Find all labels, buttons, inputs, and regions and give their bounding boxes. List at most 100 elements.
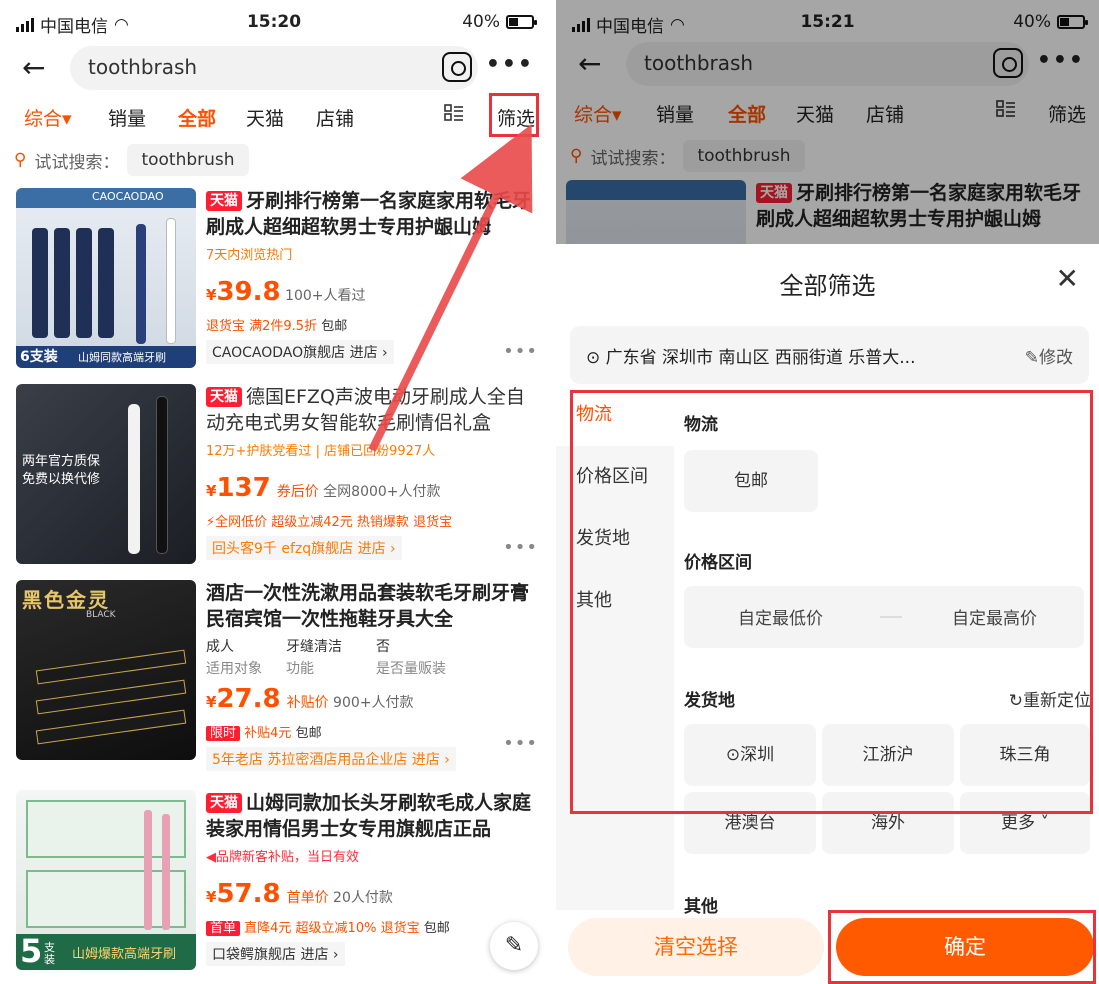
- address-text: ⊙ 广东省 深圳市 南山区 西丽街道 乐普大...: [586, 343, 915, 368]
- shop-link[interactable]: CAOCAODAO旗舰店 进店 ›: [206, 340, 394, 364]
- price-value: 27.8: [216, 684, 281, 714]
- clear-button[interactable]: 清空选择: [568, 918, 824, 976]
- more-icon[interactable]: •••: [486, 52, 534, 77]
- tab-tmall[interactable]: 天猫: [246, 104, 284, 131]
- camera-icon[interactable]: [442, 52, 472, 82]
- address-bar[interactable]: ⊙ 广东省 深圳市 南山区 西丽街道 乐普大... ✎修改: [570, 326, 1089, 384]
- price-note: 全网8000+人付款: [323, 484, 441, 500]
- attr-label: 功能: [286, 661, 314, 677]
- search-row: ← toothbrash •••: [0, 46, 548, 94]
- promo-text: 退货宝 满2件9.5折: [206, 319, 318, 334]
- price-tag: 补贴价: [286, 695, 329, 711]
- section-other: 其他: [684, 897, 718, 917]
- thumb-label: 6支装: [20, 349, 58, 365]
- product-title-text: 德国EFZQ声波电动牙刷成人全自动充电式男女智能软毛刷情侣礼盒: [206, 386, 525, 434]
- product-card[interactable]: 5 支装 山姆爆款高端牙刷 天猫 山姆同款加长头牙刷软毛成人家庭装家用情侣男士女专…: [0, 790, 548, 982]
- product-title: 天猫 牙刷排行榜第一名家庭家用软毛牙刷成人超细超软男士专用护龈山姆: [206, 188, 538, 240]
- tmall-badge: 天猫: [206, 191, 242, 211]
- product-image: 黑色金灵 BLACK: [16, 580, 196, 760]
- promo-text: 补贴4元: [244, 726, 292, 741]
- product-image: CAOCAODAO 6支装 山姆同款高端牙刷: [16, 188, 196, 368]
- price-tag: 券后价: [276, 484, 319, 500]
- attr-label: 是否量贩装: [376, 661, 446, 677]
- edit-address[interactable]: ✎修改: [1025, 343, 1073, 368]
- tab-store[interactable]: 店铺: [316, 104, 354, 131]
- highlight-box: [828, 910, 1096, 984]
- shop-link[interactable]: 回头客9千 efzq旗舰店 进店 ›: [206, 536, 402, 560]
- product-title: 天猫 德国EFZQ声波电动牙刷成人全自动充电式男女智能软毛刷情侣礼盒: [206, 384, 538, 436]
- search-input[interactable]: toothbrash: [70, 46, 478, 90]
- attr-value: 否: [376, 639, 390, 655]
- attr-value: 成人: [206, 639, 234, 655]
- tab-comprehensive[interactable]: 综合▾: [24, 104, 72, 131]
- edit-icon[interactable]: ✎: [490, 922, 538, 970]
- thumb-num: 5: [20, 932, 43, 970]
- product-sub: 7天内浏览热门: [206, 248, 293, 263]
- edit-icon: ✎: [1024, 348, 1039, 368]
- thumb-text2: 免费以换代修: [22, 472, 101, 487]
- thumb-text1: 两年官方质保: [22, 454, 101, 469]
- product-attrs: 成人 牙缝清洁 否 适用对象 功能 是否量贩装: [206, 636, 538, 678]
- price-value: 57.8: [216, 879, 281, 909]
- price-tag: 首单价: [286, 890, 329, 906]
- suggest-chip[interactable]: toothbrush: [127, 144, 249, 176]
- promo-text: 直降4元 超级立减10% 退货宝: [244, 921, 420, 936]
- location-icon: ⊙: [586, 348, 601, 368]
- promo-extra: 包邮: [321, 319, 348, 334]
- product-card[interactable]: CAOCAODAO 6支装 山姆同款高端牙刷 天猫 牙刷排行榜第一名家庭家用软毛牙…: [0, 188, 548, 380]
- price-prefix: ¥: [206, 482, 217, 500]
- filter-tabs: 综合▾ 销量 全部 天猫 店铺 筛选: [0, 98, 548, 138]
- promo-row: 限时 补贴4元 包邮: [206, 722, 538, 741]
- tab-sales[interactable]: 销量: [108, 104, 146, 131]
- highlight-box: [570, 390, 1093, 814]
- price-value: 39.8: [216, 277, 281, 307]
- more-options-icon[interactable]: •••: [503, 341, 538, 362]
- search-suggestion: ⚲ 试试搜索： toothbrush: [14, 140, 249, 180]
- product-sub: 12万+护肤党看过 | 店铺已回粉9927人: [206, 444, 436, 459]
- price-row: ¥57.8 首单价 20人付款: [206, 879, 538, 909]
- thumb-brand: CAOCAODAO: [92, 190, 164, 203]
- edit-label: 修改: [1039, 348, 1073, 368]
- price-value: 137: [216, 473, 271, 503]
- battery-status: 40%: [462, 12, 537, 32]
- product-card[interactable]: 黑色金灵 BLACK 酒店一次性洗漱用品套装软毛牙刷牙膏民宿宾馆一次性拖鞋牙具大…: [0, 580, 548, 772]
- status-bar: 中国电信 ◠ 15:20 40%: [0, 0, 548, 46]
- highlight-box: [489, 93, 539, 137]
- tmall-badge: 天猫: [206, 387, 242, 407]
- shop-link[interactable]: 5年老店 苏拉密酒店用品企业店 进店 ›: [206, 747, 456, 771]
- promo-row: 首单 直降4元 超级立减10% 退货宝 包邮: [206, 917, 538, 936]
- tab-all[interactable]: 全部: [178, 104, 216, 131]
- price-note: 100+人看过: [285, 288, 366, 304]
- thumb-label: 山姆爆款高端牙刷: [72, 947, 177, 962]
- product-image: 两年官方质保 免费以换代修: [16, 384, 196, 564]
- tmall-badge: 天猫: [206, 793, 242, 813]
- overlay-scrim[interactable]: [556, 0, 1099, 244]
- more-options-icon[interactable]: •••: [503, 537, 538, 558]
- promo-badge: 首单: [206, 921, 241, 936]
- suggest-label: 试试搜索：: [34, 152, 120, 173]
- battery-icon: [506, 15, 537, 29]
- price-row: ¥137 券后价 全网8000+人付款: [206, 473, 538, 503]
- product-title-text: 牙刷排行榜第一名家庭家用软毛牙刷成人超细超软男士专用护龈山姆: [206, 190, 532, 238]
- back-arrow-icon[interactable]: ←: [22, 46, 45, 90]
- product-card[interactable]: 两年官方质保 免费以换代修 天猫 德国EFZQ声波电动牙刷成人全自动充电式男女智能…: [0, 384, 548, 576]
- filter-panel: 全部筛选 ✕ ⊙ 广东省 深圳市 南山区 西丽街道 乐普大... ✎修改 物流 …: [556, 244, 1099, 984]
- list-view-icon[interactable]: [444, 104, 464, 127]
- more-options-icon[interactable]: •••: [503, 733, 538, 754]
- search-icon: ⚲: [14, 150, 27, 170]
- price-note: 900+人付款: [333, 695, 414, 711]
- thumb-title: 黑色金灵: [22, 588, 110, 612]
- price-row: ¥39.8 100+人看过: [206, 277, 538, 307]
- shop-link[interactable]: 口袋鳄旗舰店 进店 ›: [206, 942, 345, 966]
- close-icon[interactable]: ✕: [1056, 262, 1079, 295]
- price-row: ¥27.8 补贴价 900+人付款: [206, 684, 538, 714]
- attr-label: 适用对象: [206, 661, 262, 677]
- product-sub: ◀品牌新客补贴，当日有效: [206, 846, 538, 865]
- thumb-label2: 山姆同款高端牙刷: [78, 351, 166, 364]
- chevron-down-icon: ˅: [1035, 813, 1049, 833]
- promo-extra: 包邮: [295, 726, 322, 741]
- panel-title: 全部筛选: [779, 272, 876, 300]
- price-prefix: ¥: [206, 286, 217, 304]
- address-label: 广东省 深圳市 南山区 西丽街道 乐普大...: [605, 348, 916, 368]
- speaker-icon: ◀: [206, 850, 216, 865]
